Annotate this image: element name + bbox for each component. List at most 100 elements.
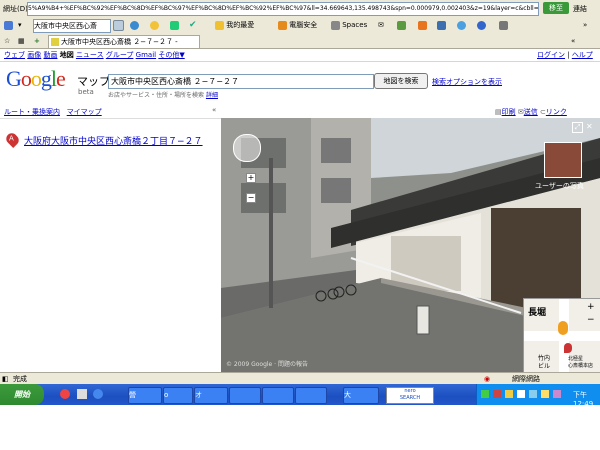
search-options-link[interactable]: 検索オプションを表示: [432, 77, 502, 87]
mail-icon[interactable]: ✉: [378, 20, 384, 31]
marker-a-icon[interactable]: A: [4, 131, 21, 148]
nav-web[interactable]: ウェブ: [4, 51, 25, 59]
pegman-icon[interactable]: [558, 321, 568, 335]
spaces-label: Spaces: [342, 21, 368, 29]
nero-search-box[interactable]: nero SEARCH: [386, 387, 434, 404]
tab-current[interactable]: 大阪市中央区西心斎橋 ２−７−２７ -: [48, 35, 200, 48]
maps-favicon: [51, 38, 59, 46]
pencil-icon[interactable]: [170, 20, 179, 31]
tab-bar: ☆ ▦ + 大阪市中央区西心斎橋 ２−７−２７ - «: [0, 34, 600, 49]
nav-gmail[interactable]: Gmail: [136, 51, 156, 59]
tab-list-icon[interactable]: ▦: [18, 36, 25, 47]
search-icon[interactable]: [113, 20, 124, 31]
mini-marker-icon[interactable]: [564, 343, 572, 353]
mini-label-4: 心斎橋本店: [568, 363, 594, 369]
quicklaunch-icon-2[interactable]: [77, 389, 87, 399]
favorites-star-icon[interactable]: ☆: [4, 36, 10, 47]
toolbar-search-input[interactable]: 大阪市中央区西心斎: [33, 19, 111, 33]
mini-zoom-in-button[interactable]: +: [587, 302, 595, 312]
favorites-label: 我的最愛: [226, 21, 255, 29]
task-5[interactable]: [262, 387, 294, 404]
pan-control[interactable]: [233, 134, 261, 162]
help-icon[interactable]: [477, 20, 486, 31]
photo-icon[interactable]: [437, 20, 446, 31]
hint-example-link[interactable]: 詳細: [206, 92, 218, 99]
sv-zoom-out-button[interactable]: −: [246, 193, 256, 203]
fullscreen-icon[interactable]: ⤢: [572, 122, 583, 133]
street-view-panorama[interactable]: + − ⤢ ✕ ユーザーの写真 長堀 + − 竹内 ビル 北極星 心斎橋本店: [221, 118, 600, 372]
marker-letter: A: [8, 134, 14, 143]
login-link[interactable]: ログイン: [537, 51, 565, 59]
search-hint: お店やサービス・住所・場所を検索 詳細: [108, 90, 218, 99]
collapse-panel-button[interactable]: «: [212, 106, 216, 114]
mini-map[interactable]: 長堀 + − 竹内 ビル 北極星 心斎橋本店: [523, 298, 600, 372]
print-link[interactable]: 印刷: [502, 108, 516, 116]
clock: 下午 12:49: [573, 391, 594, 408]
msn-icon[interactable]: [457, 20, 466, 31]
check-icon[interactable]: ✔: [189, 20, 197, 31]
task-4[interactable]: [229, 387, 261, 404]
nav-more[interactable]: その他▼: [158, 51, 184, 59]
print-icon: ▤: [495, 108, 502, 116]
close-icon[interactable]: ✕: [586, 122, 593, 131]
mini-zoom-out-button[interactable]: −: [587, 315, 595, 325]
links-label[interactable]: 連結: [573, 4, 587, 14]
dropdown-icon[interactable]: ▾: [18, 20, 22, 31]
result-address-link[interactable]: 大阪府大阪市中央区西心斎橋２丁目７−２７: [24, 134, 224, 147]
tray-icon-6[interactable]: [541, 390, 549, 398]
nav-images[interactable]: 画像: [27, 51, 41, 59]
spaces-button[interactable]: Spaces: [331, 20, 367, 31]
mymaps-link[interactable]: マイマップ: [67, 108, 102, 116]
hint-text: お店やサービス・住所・場所を検索: [108, 92, 205, 99]
nav-news[interactable]: ニュース: [76, 51, 104, 59]
favorites-button[interactable]: 我的最愛: [215, 20, 254, 31]
tray-icon-1[interactable]: [481, 390, 489, 398]
start-button[interactable]: 開始: [0, 384, 44, 405]
tab-overflow-icon[interactable]: «: [571, 36, 575, 47]
help-link[interactable]: ヘルプ: [572, 51, 593, 59]
maps-search-input[interactable]: 大阪市中央区西心斎橋 ２−７−２７: [108, 74, 374, 89]
toolbar-overflow-icon[interactable]: »: [583, 20, 587, 31]
tray-icon-2[interactable]: [493, 390, 501, 398]
google-nav: ウェブ 画像 動画 地図 ニュース グループ Gmail その他▼ ログイン |…: [0, 48, 600, 62]
go-button[interactable]: 移至: [543, 2, 569, 14]
shield-icon: [278, 20, 287, 30]
pen-icon[interactable]: [499, 20, 508, 31]
messenger-icon[interactable]: [397, 20, 406, 31]
tray-icon-5[interactable]: [529, 390, 537, 398]
user-photo-thumb[interactable]: [544, 142, 582, 178]
task-7[interactable]: 大: [343, 387, 379, 404]
web-icon[interactable]: [130, 20, 139, 31]
task-2[interactable]: o: [163, 387, 193, 404]
rss-icon[interactable]: [418, 20, 427, 31]
task-6[interactable]: [295, 387, 327, 404]
new-tab-icon[interactable]: +: [34, 36, 40, 47]
browser-toolbar: ▾ 大阪市中央区西心斎 ✔ 我的最愛 電腦安全 Spaces ✉ »: [0, 17, 600, 35]
send-link[interactable]: 送信: [524, 108, 538, 116]
spaces-icon: [331, 20, 340, 30]
search-maps-button[interactable]: 地図を検索: [374, 73, 428, 89]
tray-icon-7[interactable]: [553, 390, 561, 398]
link-link[interactable]: リンク: [546, 108, 567, 116]
security-button[interactable]: 電腦安全: [278, 20, 317, 31]
address-label: 網址(D): [3, 5, 28, 13]
sv-zoom-in-button[interactable]: +: [246, 173, 256, 183]
task-3[interactable]: オ: [194, 387, 228, 404]
system-tray: 下午 12:49: [476, 384, 600, 408]
user-photos-label[interactable]: ユーザーの写真: [535, 181, 584, 191]
tab-title: 大阪市中央区西心斎橋 ２−７−２７ -: [61, 38, 178, 46]
quicklaunch-icon-3[interactable]: [93, 389, 103, 399]
task-2-label: o: [164, 391, 169, 399]
task-1[interactable]: 營: [128, 387, 162, 404]
route-link[interactable]: ルート・乗換案内: [4, 108, 60, 116]
google-toolbar-icon[interactable]: [4, 20, 13, 31]
task-3-label: オ: [195, 391, 202, 399]
url-field[interactable]: 5%A9%B4+%EF%BC%92%EF%BC%8D%EF%BC%97%EF%B…: [27, 2, 539, 16]
tray-icon-4[interactable]: [517, 390, 525, 398]
smiley-icon[interactable]: [150, 20, 159, 31]
google-logo[interactable]: Google: [6, 66, 66, 92]
tray-icon-3[interactable]: [505, 390, 513, 398]
quicklaunch-icon-1[interactable]: [60, 389, 70, 399]
nav-groups[interactable]: グループ: [106, 51, 134, 59]
nav-video[interactable]: 動画: [43, 51, 57, 59]
